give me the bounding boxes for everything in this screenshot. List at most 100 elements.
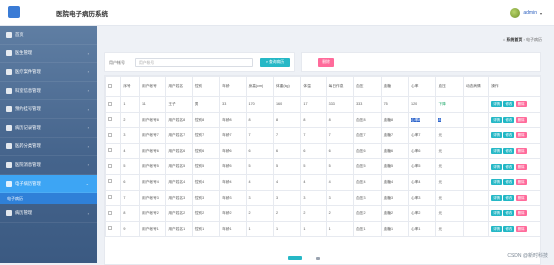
detail-button[interactable]: 详情 (491, 179, 502, 185)
cell-value: 120 (411, 102, 417, 106)
table-cell: 血糖3 (381, 190, 408, 206)
row-checkbox[interactable] (108, 117, 112, 121)
edit-button[interactable]: 修改 (503, 148, 514, 154)
detail-button[interactable]: 详情 (491, 195, 502, 201)
detail-button[interactable]: 详情 (491, 164, 502, 170)
edit-button[interactable]: 修改 (503, 101, 514, 107)
row-select-cell[interactable] (106, 97, 121, 113)
table-body: 111王子男331701601733333375120下降详情修改删除2用户帐号… (106, 97, 542, 237)
edit-button[interactable]: 修改 (503, 164, 514, 170)
sidebar-item-3[interactable]: 科室信息管理› (0, 82, 97, 101)
sidebar-item-label: 医院消息管理 (15, 162, 41, 168)
cell-value: 元 (438, 164, 442, 168)
row-select-cell[interactable] (106, 190, 121, 206)
table-cell: 2 (121, 112, 140, 128)
submenu-item[interactable]: 电子病历 (0, 193, 97, 204)
edit-button[interactable]: 修改 (503, 117, 514, 123)
row-checkbox[interactable] (108, 179, 112, 183)
row-actions: 详情修改删除 (489, 190, 541, 206)
row-checkbox[interactable] (108, 133, 112, 137)
list-icon (6, 69, 12, 75)
search-button[interactable]: ⌕ 查询病历 (260, 58, 290, 67)
cell-value: 1 (123, 102, 125, 106)
cell-value: 性别3 (195, 196, 204, 200)
table-cell: 用户帐号8 (140, 112, 166, 128)
cell-value: 性别8 (195, 118, 204, 122)
table-cell: 年龄3 (220, 190, 246, 206)
table-cell: 元 (436, 190, 463, 206)
detail-button[interactable]: 详情 (491, 101, 502, 107)
breadcrumb-home[interactable]: 系统首页 (506, 37, 522, 42)
avatar[interactable] (510, 8, 520, 18)
edit-button[interactable]: 修改 (503, 132, 514, 138)
table-header-row: 序号用户帐号用户姓名性别年龄身高(cm)体重(kg)体温每日作息血压血糖心率血压… (106, 77, 542, 97)
sidebar-item-9[interactable]: 病历管理› (0, 204, 97, 223)
row-checkbox[interactable] (108, 211, 112, 215)
edit-button[interactable]: 修改 (503, 210, 514, 216)
delete-button[interactable]: 删除 (516, 101, 527, 107)
pagination-active[interactable] (288, 256, 302, 260)
row-checkbox[interactable] (108, 148, 112, 152)
table-cell: 用户姓名2 (166, 206, 192, 222)
cell-value: 用户姓名2 (168, 211, 185, 215)
user-menu[interactable]: admin ▾ (510, 8, 542, 18)
sidebar-item-0[interactable]: 首页 (0, 26, 97, 45)
row-checkbox[interactable] (108, 195, 112, 199)
sidebar-item-2[interactable]: 医疗案件管理› (0, 63, 97, 82)
detail-button[interactable]: 详情 (491, 226, 502, 232)
edit-button[interactable]: 修改 (503, 226, 514, 232)
sidebar-item-5[interactable]: 病历记录管理› (0, 119, 97, 138)
username[interactable]: admin (523, 10, 537, 16)
row-select-cell[interactable] (106, 143, 121, 159)
row-checkbox[interactable] (108, 164, 112, 168)
table-cell: 用户帐号7 (140, 128, 166, 144)
chevron-down-icon[interactable]: ▾ (540, 11, 542, 16)
sidebar-item-8[interactable]: 电子病历管理⌄ (0, 175, 97, 194)
row-checkbox[interactable] (108, 226, 112, 230)
detail-button[interactable]: 详情 (491, 148, 502, 154)
delete-button[interactable]: 删除 (516, 226, 527, 232)
cell-value: 男 (195, 102, 199, 106)
delete-button[interactable]: 删除 (516, 179, 527, 185)
edit-button[interactable]: 修改 (503, 195, 514, 201)
delete-button[interactable]: 删除 (516, 117, 527, 123)
sidebar-item-7[interactable]: 医院消息管理› (0, 156, 97, 175)
delete-button[interactable]: 删除 (516, 164, 527, 170)
sidebar-item-4[interactable]: 预约挂号管理› (0, 100, 97, 119)
table-cell: 男 (192, 97, 219, 113)
table-cell: 2 (273, 206, 300, 222)
table-cell: 11 (140, 97, 166, 113)
delete-button[interactable]: 删除 (516, 195, 527, 201)
sidebar-item-1[interactable]: 医生管理› (0, 45, 97, 64)
row-select-cell[interactable] (106, 159, 121, 175)
pagination-next[interactable] (316, 257, 320, 260)
delete-button[interactable]: 删除 (516, 210, 527, 216)
cell-value: 7 (276, 133, 278, 137)
detail-button[interactable]: 详情 (491, 210, 502, 216)
table-cell: 5 (273, 159, 300, 175)
batch-delete-button[interactable]: 删除 (318, 58, 334, 67)
chevron-right-icon: › (88, 69, 89, 74)
cell-value: 血压6 (356, 149, 365, 153)
detail-button[interactable]: 详情 (491, 117, 502, 123)
row-select-cell[interactable] (106, 174, 121, 190)
cell-value: 6 (276, 149, 278, 153)
select-all-header[interactable] (106, 77, 121, 97)
delete-button[interactable]: 删除 (516, 148, 527, 154)
edit-button[interactable]: 修改 (503, 179, 514, 185)
delete-button[interactable]: 删除 (516, 132, 527, 138)
row-select-cell[interactable] (106, 128, 121, 144)
row-select-cell[interactable] (106, 206, 121, 222)
select-all-checkbox[interactable] (108, 84, 112, 88)
search-input[interactable]: 用户帐号 (135, 58, 253, 67)
row-select-cell[interactable] (106, 112, 121, 128)
sidebar-item-6[interactable]: 医药分类管理› (0, 138, 97, 157)
row-select-cell[interactable] (106, 221, 121, 237)
cell-value: 用户姓名6 (168, 149, 185, 153)
cell-value: 血压1 (356, 227, 365, 231)
detail-button[interactable]: 详情 (491, 132, 502, 138)
column-header: 血压 (436, 77, 463, 97)
table-cell: 年龄7 (220, 128, 246, 144)
row-actions: 详情修改删除 (489, 143, 541, 159)
row-checkbox[interactable] (108, 102, 112, 106)
